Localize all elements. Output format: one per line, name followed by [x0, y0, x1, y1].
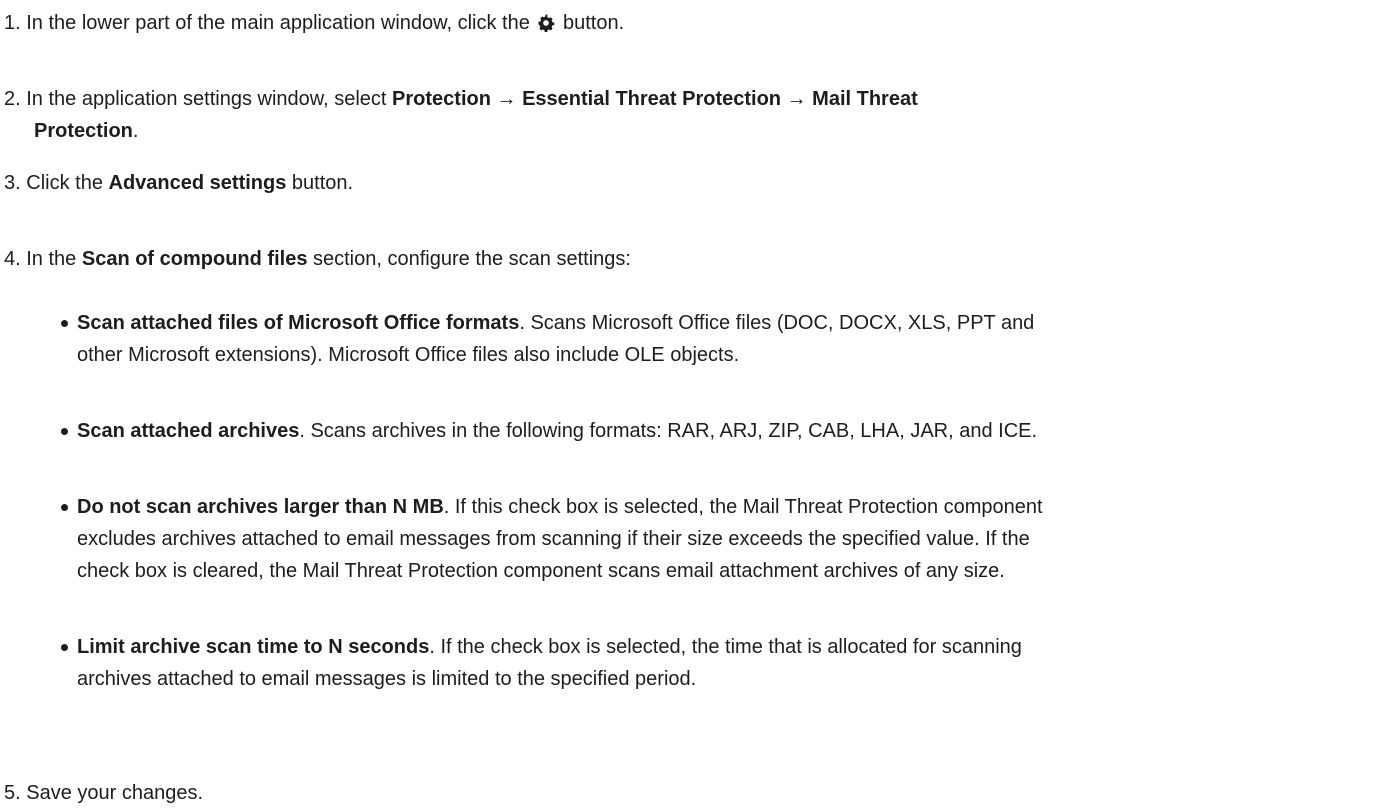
ui-path-protection: Protection: [392, 88, 491, 110]
gear-icon: [538, 14, 555, 32]
bullet-dot: [61, 504, 68, 511]
step-text: Click the: [26, 172, 103, 194]
list-item: Do not scan archives larger than N MB. I…: [61, 491, 1389, 587]
step-2: 2. In the application settings window, s…: [4, 83, 1394, 147]
list-item: Limit archive scan time to N seconds. If…: [61, 631, 1389, 695]
step-text: In the application settings window, sele…: [26, 88, 387, 110]
step-number: 1.: [4, 12, 21, 34]
setting-name: Scan attached files of Microsoft Office …: [77, 312, 520, 334]
setting-description-cont: archives attached to email messages is l…: [77, 668, 697, 690]
step-number: 4.: [4, 248, 21, 270]
step-number: 2.: [4, 88, 21, 110]
bullet-dot: [61, 428, 68, 435]
section-name-scan-of-compound-files: Scan of compound files: [81, 248, 308, 270]
setting-description-cont: check box is cleared, the Mail Threat Pr…: [77, 560, 1005, 582]
setting-description: . Scans Microsoft Office files (DOC, DOC…: [519, 312, 1035, 334]
step-1: 1. In the lower part of the main applica…: [4, 7, 1394, 39]
path-arrow: →: [496, 88, 517, 110]
step-3: 3. Click the Advanced settings button.: [4, 167, 1394, 199]
list-item: Scan attached archives. Scans archives i…: [61, 415, 1389, 447]
bullet-dot: [61, 320, 68, 327]
step-text-end: .: [132, 120, 139, 142]
step-5: 5. Save your changes.: [4, 777, 1394, 809]
setting-description: . If the check box is selected, the time…: [429, 636, 1022, 658]
step-4: 4. In the Scan of compound files section…: [4, 243, 1394, 275]
path-arrow: →: [786, 88, 807, 110]
setting-description: . Scans archives in the following format…: [299, 420, 1038, 442]
setting-name: Limit archive scan time to N seconds: [77, 636, 430, 658]
step-text: In the: [26, 248, 77, 270]
ui-path-mail-threat-protection: Mail Threat: [812, 88, 918, 110]
setting-description: . If this check box is selected, the Mai…: [443, 496, 1043, 518]
step-number: 3.: [4, 172, 21, 194]
step-text-end: section, configure the scan settings:: [313, 248, 631, 270]
setting-description-cont: excludes archives attached to email mess…: [77, 528, 1030, 550]
step-number: 5.: [4, 782, 21, 804]
step-text-end: button.: [291, 172, 354, 194]
setting-description-cont: other Microsoft extensions). Microsoft O…: [77, 344, 740, 366]
advanced-settings-button-name: Advanced settings: [108, 172, 287, 194]
step-text-end: button.: [562, 12, 625, 34]
bullet-dot: [61, 644, 68, 651]
list-item: Scan attached files of Microsoft Office …: [61, 307, 1389, 371]
ui-path-mail-threat-protection-cont: Protection: [34, 120, 133, 142]
setting-name: Do not scan archives larger than N MB: [77, 496, 444, 518]
setting-name: Scan attached archives: [77, 420, 300, 442]
step-text: In the lower part of the main applicatio…: [26, 12, 530, 34]
ui-path-essential-threat-protection: Essential Threat Protection: [522, 88, 782, 110]
step-text: Save your changes.: [26, 782, 204, 804]
